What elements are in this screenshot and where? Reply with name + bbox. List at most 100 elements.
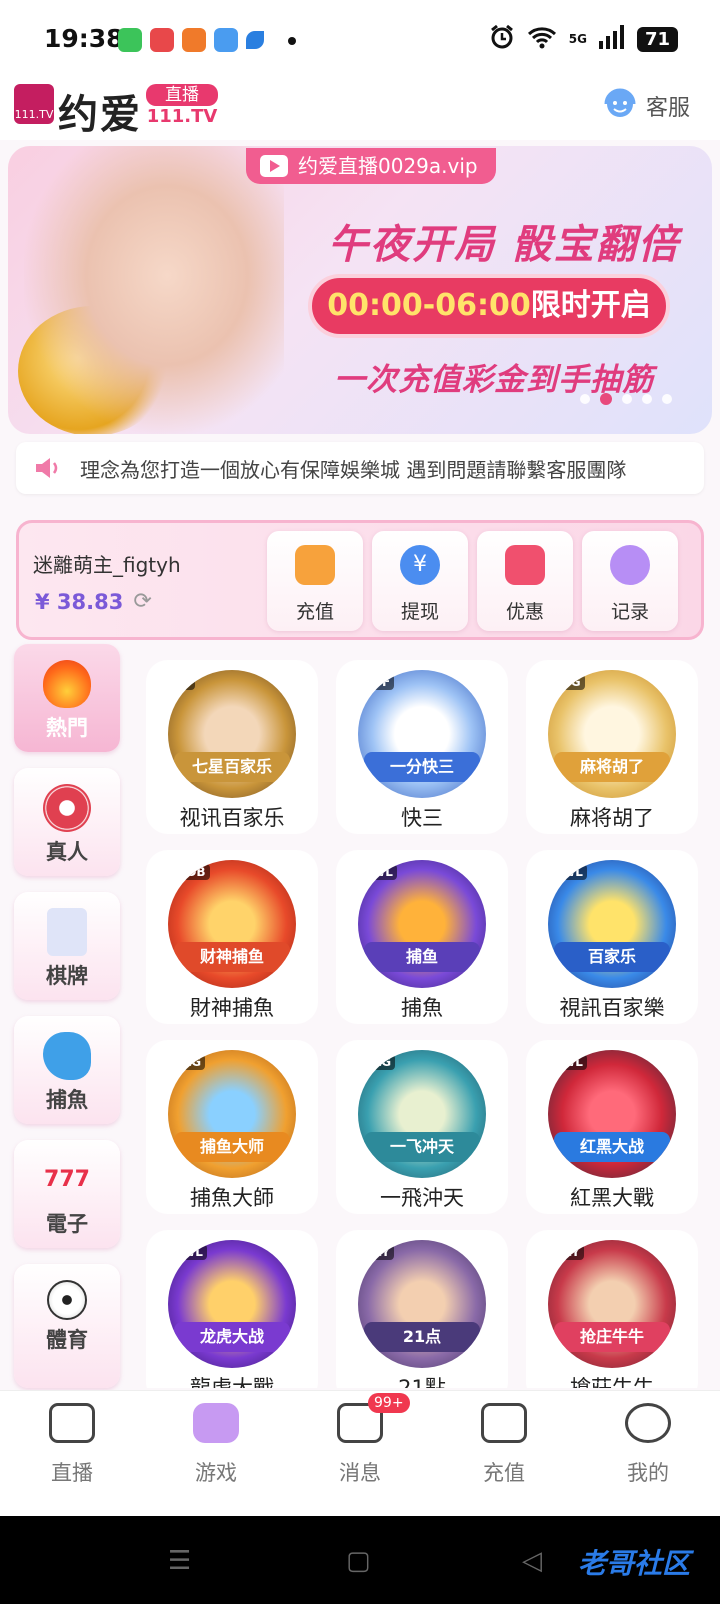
game-name: 財神捕魚 <box>190 996 274 1020</box>
game-card[interactable]: PG 麻将胡了 麻将胡了 <box>526 660 698 834</box>
game-card[interactable]: KY 抢庄牛牛 搶莊牛牛 <box>526 1230 698 1388</box>
game-card[interactable]: AG 捕鱼大师 捕魚大師 <box>146 1040 318 1214</box>
game-name: 视讯百家乐 <box>179 806 285 830</box>
records-button[interactable]: 记录 <box>582 531 678 631</box>
banner-model-image <box>24 146 284 434</box>
customer-service-button[interactable]: 客服 <box>602 86 690 126</box>
yuan-coin-icon: ¥ <box>400 545 440 585</box>
game-card[interactable]: JDB 财神捕鱼 財神捕魚 <box>146 850 318 1024</box>
game-art-title: 捕鱼 <box>364 942 480 972</box>
game-art: PG 麻将胡了 <box>548 670 676 798</box>
banner-time-suffix: 限时开启 <box>530 288 651 323</box>
game-name: 21點 <box>398 1376 446 1388</box>
video-app-icon <box>150 28 174 52</box>
banner-dot[interactable] <box>622 394 632 404</box>
promotions-label: 优惠 <box>505 601 544 623</box>
game-card[interactable]: AG 一飞冲天 一飛沖天 <box>336 1040 508 1214</box>
game-name: 快三 <box>401 806 443 830</box>
promotions-button[interactable]: 优惠 <box>477 531 573 631</box>
game-name: 捕魚大師 <box>190 1186 274 1210</box>
bottom-tab-bar: 直播 游戏 99+ 消息 充值 我的 <box>0 1390 720 1516</box>
provider-badge: DF <box>368 674 395 690</box>
watermark: 老哥社区 <box>577 1547 690 1580</box>
status-right: 5G 71 <box>489 24 678 54</box>
game-card[interactable]: DF 一分快三 快三 <box>336 660 508 834</box>
logo-badge: 直播 111.TV <box>146 84 218 128</box>
banner-tag: 约爱直播0029a.vip <box>246 148 496 184</box>
game-art: JDB 财神捕鱼 <box>168 860 296 988</box>
menu-nav-icon[interactable]: ☰ <box>168 1546 191 1576</box>
game-grid: S 七星百家乐 视讯百家乐 DF 一分快三 快三 PG 麻将胡了 麻将胡了 JD… <box>0 656 720 1388</box>
customer-service-label: 客服 <box>645 96 690 121</box>
game-card[interactable]: WL 红黑大战 紅黑大戰 <box>526 1040 698 1214</box>
game-name: 一飛沖天 <box>380 1186 464 1210</box>
alarm-icon <box>489 24 515 54</box>
provider-badge: WL <box>368 864 397 880</box>
balance: ¥ 38.83 ⟳ <box>35 589 152 614</box>
smile-face-icon <box>625 1403 671 1443</box>
game-art: DF 一分快三 <box>358 670 486 798</box>
game-name: 龍虎大戰 <box>190 1376 274 1388</box>
banner-dot-active[interactable] <box>600 393 612 405</box>
provider-badge: WL <box>558 1054 587 1070</box>
messages-app-icon <box>118 28 142 52</box>
game-card[interactable]: S 七星百家乐 视讯百家乐 <box>146 660 318 834</box>
logo-badge-live: 直播 <box>146 84 218 106</box>
game-art-title: 一飞冲天 <box>364 1132 480 1162</box>
refresh-icon[interactable]: ⟳ <box>133 589 151 614</box>
game-art: WL 龙虎大战 <box>168 1240 296 1368</box>
game-art-title: 抢庄牛牛 <box>554 1322 670 1352</box>
announcement-text: 理念為您打造一個放心有保障娛樂城 遇到問題請聯繫客服團隊 <box>80 457 627 482</box>
banner-dot[interactable] <box>662 394 672 404</box>
weather-app-icon <box>214 28 238 52</box>
game-art-title: 红黑大战 <box>554 1132 670 1162</box>
banner-dot[interactable] <box>642 394 652 404</box>
promo-banner[interactable]: 约爱直播0029a.vip 午夜开局 骰宝翻倍 00:00-06:00限时开启 … <box>8 146 712 434</box>
wallet-card: 迷離萌主_figtyh ¥ 38.83 ⟳ 充值 ¥ 提现 优惠 记录 <box>16 520 704 640</box>
banner-dot[interactable] <box>580 394 590 404</box>
provider-badge: WL <box>178 1244 207 1260</box>
game-card[interactable]: KY 21点 21點 <box>336 1230 508 1388</box>
home-nav-icon[interactable]: ▢ <box>346 1546 371 1576</box>
game-art: KY 21点 <box>358 1240 486 1368</box>
game-art-title: 龙虎大战 <box>174 1322 290 1352</box>
game-name: 視訊百家樂 <box>559 996 665 1020</box>
cellular-signal-icon <box>598 25 625 53</box>
battery-level: 71 <box>636 26 678 52</box>
game-card[interactable]: WL 捕鱼 捕魚 <box>336 850 508 1024</box>
banner-time-range: 00:00-06:00 <box>327 288 531 323</box>
banner-time-pill: 00:00-06:00限时开启 <box>308 274 670 338</box>
tab-games[interactable]: 游戏 <box>166 1403 266 1487</box>
game-art-title: 捕鱼大师 <box>174 1132 290 1162</box>
wallet-icon <box>295 545 335 585</box>
wifi-icon <box>527 25 557 53</box>
game-art-title: 百家乐 <box>554 942 670 972</box>
speaker-icon <box>32 452 64 484</box>
status-time: 19:38 <box>44 24 124 53</box>
announcement-marquee[interactable]: 理念為您打造一個放心有保障娛樂城 遇到問題請聯繫客服團隊 <box>16 442 704 494</box>
tab-recharge[interactable]: 充值 <box>454 1403 554 1487</box>
banner-pagination[interactable] <box>580 393 672 405</box>
logo-text: 约爱 <box>58 92 142 138</box>
ticket-icon <box>505 545 545 585</box>
provider-badge: KY <box>558 1244 584 1260</box>
banner-headline: 午夜开局 骰宝翻倍 <box>328 222 680 268</box>
status-bar: 19:38 5G 71 <box>0 0 720 80</box>
game-card[interactable]: WL 百家乐 視訊百家樂 <box>526 850 698 1024</box>
game-name: 紅黑大戰 <box>570 1186 654 1210</box>
recharge-button[interactable]: 充值 <box>267 531 363 631</box>
logo-badge-domain: 111.TV <box>146 106 218 127</box>
game-card[interactable]: WL 龙虎大战 龍虎大戰 <box>146 1230 318 1388</box>
tab-live[interactable]: 直播 <box>22 1403 122 1487</box>
withdraw-button[interactable]: ¥ 提现 <box>372 531 468 631</box>
tab-label: 我的 <box>627 1461 669 1485</box>
back-nav-icon[interactable]: ◁ <box>522 1546 542 1576</box>
provider-badge: S <box>178 674 195 690</box>
game-name: 麻将胡了 <box>570 806 654 830</box>
banner-tag-text: 约爱直播0029a.vip <box>298 154 478 178</box>
tab-label: 充值 <box>483 1461 525 1485</box>
tab-profile[interactable]: 我的 <box>598 1403 698 1487</box>
feather-app-icon <box>246 31 264 49</box>
game-art-title: 21点 <box>364 1322 480 1352</box>
tab-messages[interactable]: 99+ 消息 <box>310 1393 410 1487</box>
